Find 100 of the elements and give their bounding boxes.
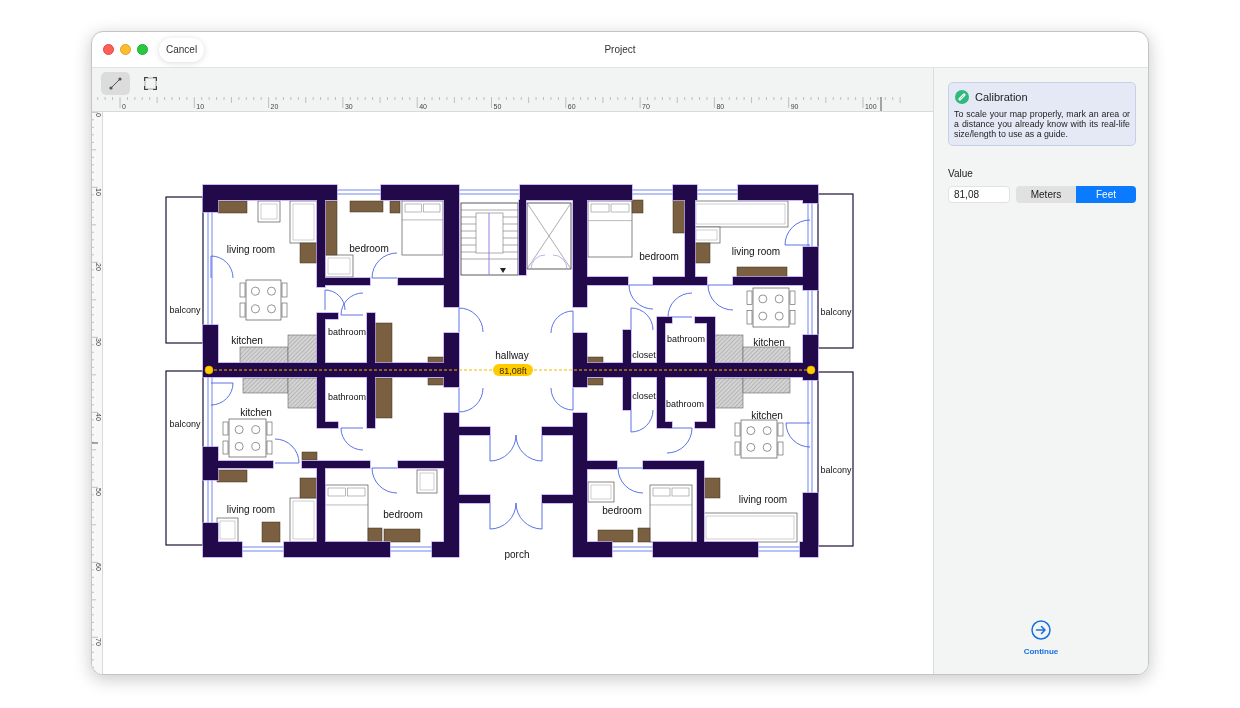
dining-table [734, 419, 784, 459]
cabinet [637, 527, 651, 543]
door-swing [515, 502, 543, 530]
continue-button[interactable]: Continue [1023, 620, 1059, 658]
room-label: living room [226, 503, 276, 515]
card-title: Calibration [975, 90, 1028, 105]
elevator [526, 202, 572, 270]
dining-table [222, 418, 273, 458]
cancel-button[interactable]: Cancel [159, 37, 205, 62]
bed [587, 200, 633, 258]
bed [401, 200, 444, 256]
door-swing [324, 289, 346, 311]
door-swing [340, 292, 364, 316]
window [458, 189, 520, 195]
door-swing [667, 292, 693, 318]
frame-icon [144, 77, 157, 90]
door-swing [666, 427, 693, 454]
room-label: porch [504, 548, 530, 560]
armchair [416, 469, 438, 494]
room-label: balcony [169, 305, 201, 315]
unit-toggle[interactable]: Feet [1076, 185, 1136, 203]
bed [324, 484, 369, 543]
zoom-button[interactable] [137, 44, 148, 55]
door-swing [340, 427, 364, 451]
room-label: balcony [169, 419, 201, 429]
window [631, 189, 674, 195]
door-swing [371, 467, 398, 494]
window [807, 289, 813, 336]
close-button[interactable] [103, 44, 114, 55]
door-swing [489, 434, 517, 462]
value-input[interactable]: 81,08 [948, 185, 1010, 203]
cabinet [586, 356, 604, 364]
door-swing [550, 310, 574, 334]
cabinet [672, 199, 686, 234]
cabinet [261, 521, 281, 543]
cabinet [301, 451, 318, 461]
cabinet [349, 200, 384, 213]
room-label: living room [731, 245, 781, 257]
room-label: bedroom [602, 504, 642, 516]
line-tool-button[interactable] [101, 72, 130, 95]
window [757, 546, 801, 552]
window [207, 479, 213, 524]
room-label: hallway [495, 349, 529, 361]
window [336, 189, 382, 195]
room-label: living room [738, 493, 788, 505]
door-swing [458, 307, 484, 333]
room-label: bedroom [349, 242, 389, 254]
window [611, 546, 654, 552]
cabinet [216, 469, 248, 483]
door-swing [784, 219, 811, 246]
unit-toggle[interactable]: Meters [1016, 185, 1076, 203]
room-label: kitchen [751, 409, 783, 421]
door-swing [630, 409, 654, 433]
door-swing [617, 467, 644, 494]
cabinet [427, 377, 445, 386]
door-swing [785, 422, 811, 448]
room-label: balcony [820, 307, 852, 317]
sofa [289, 200, 318, 244]
door-swing [550, 387, 574, 411]
handle-dot-icon[interactable] [806, 365, 816, 375]
cabinet [597, 529, 634, 543]
room-label: bathroom [328, 327, 366, 337]
handle-dot-icon[interactable] [204, 365, 214, 375]
cabinet [736, 266, 788, 278]
arrow-right-circle-icon [1031, 620, 1051, 640]
window [696, 189, 739, 195]
cabinet [586, 377, 604, 386]
room-label: kitchen [240, 406, 272, 418]
window [807, 202, 813, 248]
room-label: bedroom [383, 508, 423, 520]
cabinet [631, 199, 644, 214]
cabinet [389, 200, 401, 214]
dining-table [239, 279, 288, 321]
armchair [216, 517, 239, 543]
door-swing [371, 252, 398, 279]
door-swing [628, 284, 654, 310]
room-label: bathroom [667, 334, 705, 344]
room-label: closet [632, 391, 656, 401]
sofa [289, 497, 318, 543]
dining-table [746, 287, 796, 328]
door-swing [210, 382, 234, 406]
window [241, 546, 285, 552]
pencil-icon [955, 90, 969, 105]
value-label: Value [948, 167, 973, 180]
room-label: kitchen [231, 334, 263, 346]
distance-tag: 81,08ft [493, 364, 533, 376]
room-label: bathroom [328, 392, 366, 402]
room-label: living room [226, 243, 276, 255]
armchair [257, 200, 281, 223]
door-swing [489, 502, 517, 530]
room-label: closet [632, 350, 656, 360]
armchair [587, 481, 615, 503]
door-swing [458, 387, 484, 413]
room-label: bedroom [639, 250, 679, 262]
window [207, 376, 213, 448]
armchair [324, 254, 354, 278]
door-swing [274, 438, 300, 464]
cabinet [217, 200, 248, 214]
line-tool-icon [109, 77, 122, 90]
room-label: kitchen [753, 336, 785, 348]
